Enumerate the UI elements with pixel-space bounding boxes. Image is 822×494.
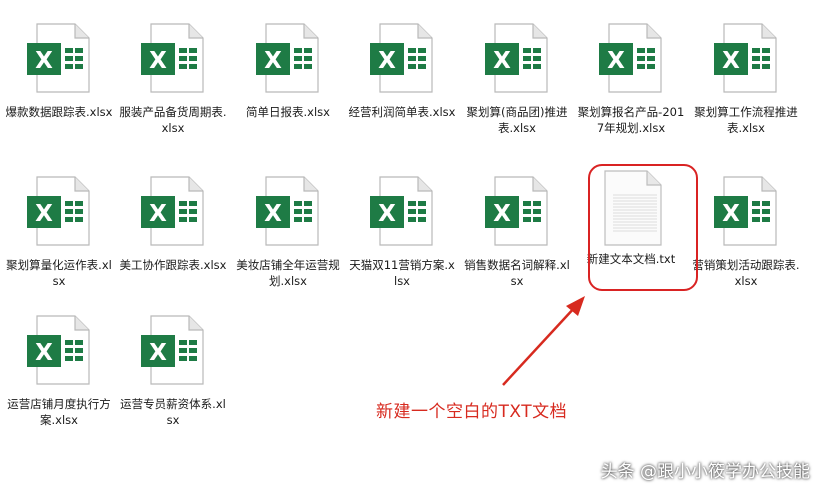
file-name-label: 美工协作跟踪表.xlsx — [119, 258, 227, 272]
svg-text:X: X — [493, 48, 511, 74]
svg-text:X: X — [149, 340, 167, 366]
excel-file-icon: X — [706, 171, 786, 251]
excel-file-item[interactable]: X 简单日报表.xlsx — [232, 0, 344, 150]
svg-text:X: X — [35, 201, 53, 227]
svg-text:X: X — [264, 201, 282, 227]
file-name-label: 聚划算量化运作表.xlsx — [6, 258, 112, 288]
excel-file-icon: X — [19, 171, 99, 251]
svg-text:X: X — [264, 48, 282, 74]
svg-text:X: X — [722, 201, 740, 227]
file-name-label: 服装产品备货周期表.xlsx — [119, 105, 227, 135]
watermark: 头条 @跟小小筱学办公技能 — [600, 462, 810, 482]
file-name-label: 简单日报表.xlsx — [246, 105, 330, 119]
svg-text:X: X — [149, 48, 167, 74]
excel-file-item[interactable]: X 聚划算工作流程推进表.xlsx — [690, 0, 802, 150]
excel-file-item[interactable]: X 爆款数据跟踪表.xlsx — [3, 0, 115, 150]
excel-file-icon: X — [133, 18, 213, 98]
svg-text:X: X — [378, 48, 396, 74]
svg-text:X: X — [493, 201, 511, 227]
excel-file-item[interactable]: X 美工协作跟踪表.xlsx — [117, 153, 229, 303]
annotation-text: 新建一个空白的TXT文档 — [376, 402, 568, 422]
svg-text:X: X — [607, 48, 625, 74]
excel-file-icon: X — [133, 310, 213, 390]
excel-file-icon: X — [248, 18, 328, 98]
file-name-label: 天猫双11营销方案.xlsx — [349, 258, 455, 288]
excel-file-icon: X — [19, 310, 99, 390]
excel-file-item[interactable]: X 运营店铺月度执行方案.xlsx — [3, 292, 115, 442]
file-name-label: 营销策划活动跟踪表.xlsx — [692, 258, 800, 288]
excel-file-item[interactable]: X 经营利润简单表.xlsx — [346, 0, 458, 150]
excel-file-icon: X — [362, 18, 442, 98]
file-name-label: 聚划算(商品团)推进表.xlsx — [466, 105, 568, 135]
file-name-label: 运营专员薪资体系.xlsx — [120, 397, 226, 427]
excel-file-item[interactable]: X 聚划算(商品团)推进表.xlsx — [461, 0, 573, 150]
excel-file-item[interactable]: X 运营专员薪资体系.xlsx — [117, 292, 229, 442]
file-name-label: 爆款数据跟踪表.xlsx — [5, 105, 113, 119]
excel-file-icon: X — [362, 171, 442, 251]
svg-text:X: X — [378, 201, 396, 227]
excel-file-icon: X — [477, 18, 557, 98]
file-name-label: 经营利润简单表.xlsx — [348, 105, 456, 119]
excel-file-item[interactable]: X 美妆店铺全年运营规划.xlsx — [232, 153, 344, 303]
excel-file-icon: X — [133, 171, 213, 251]
excel-file-item[interactable]: X 营销策划活动跟踪表.xlsx — [690, 153, 802, 303]
excel-file-item[interactable]: X 天猫双11营销方案.xlsx — [346, 153, 458, 303]
excel-file-icon: X — [248, 171, 328, 251]
excel-file-item[interactable]: X 销售数据名词解释.xlsx — [461, 153, 573, 303]
file-name-label: 运营店铺月度执行方案.xlsx — [7, 397, 111, 427]
excel-file-icon: X — [19, 18, 99, 98]
excel-file-item[interactable]: X 聚划算报名产品-2017年规划.xlsx — [575, 0, 687, 150]
svg-text:X: X — [35, 340, 53, 366]
excel-file-item[interactable]: X 服装产品备货周期表.xlsx — [117, 0, 229, 150]
excel-file-icon: X — [706, 18, 786, 98]
highlight-box — [588, 164, 698, 291]
svg-text:X: X — [722, 48, 740, 74]
file-name-label: 聚划算报名产品-2017年规划.xlsx — [577, 105, 685, 135]
excel-file-item[interactable]: X 聚划算量化运作表.xlsx — [3, 153, 115, 303]
svg-text:X: X — [35, 48, 53, 74]
excel-file-icon: X — [477, 171, 557, 251]
svg-text:X: X — [149, 201, 167, 227]
file-name-label: 聚划算工作流程推进表.xlsx — [694, 105, 798, 135]
file-name-label: 美妆店铺全年运营规划.xlsx — [236, 258, 340, 288]
excel-file-icon: X — [591, 18, 671, 98]
file-name-label: 销售数据名词解释.xlsx — [464, 258, 570, 288]
